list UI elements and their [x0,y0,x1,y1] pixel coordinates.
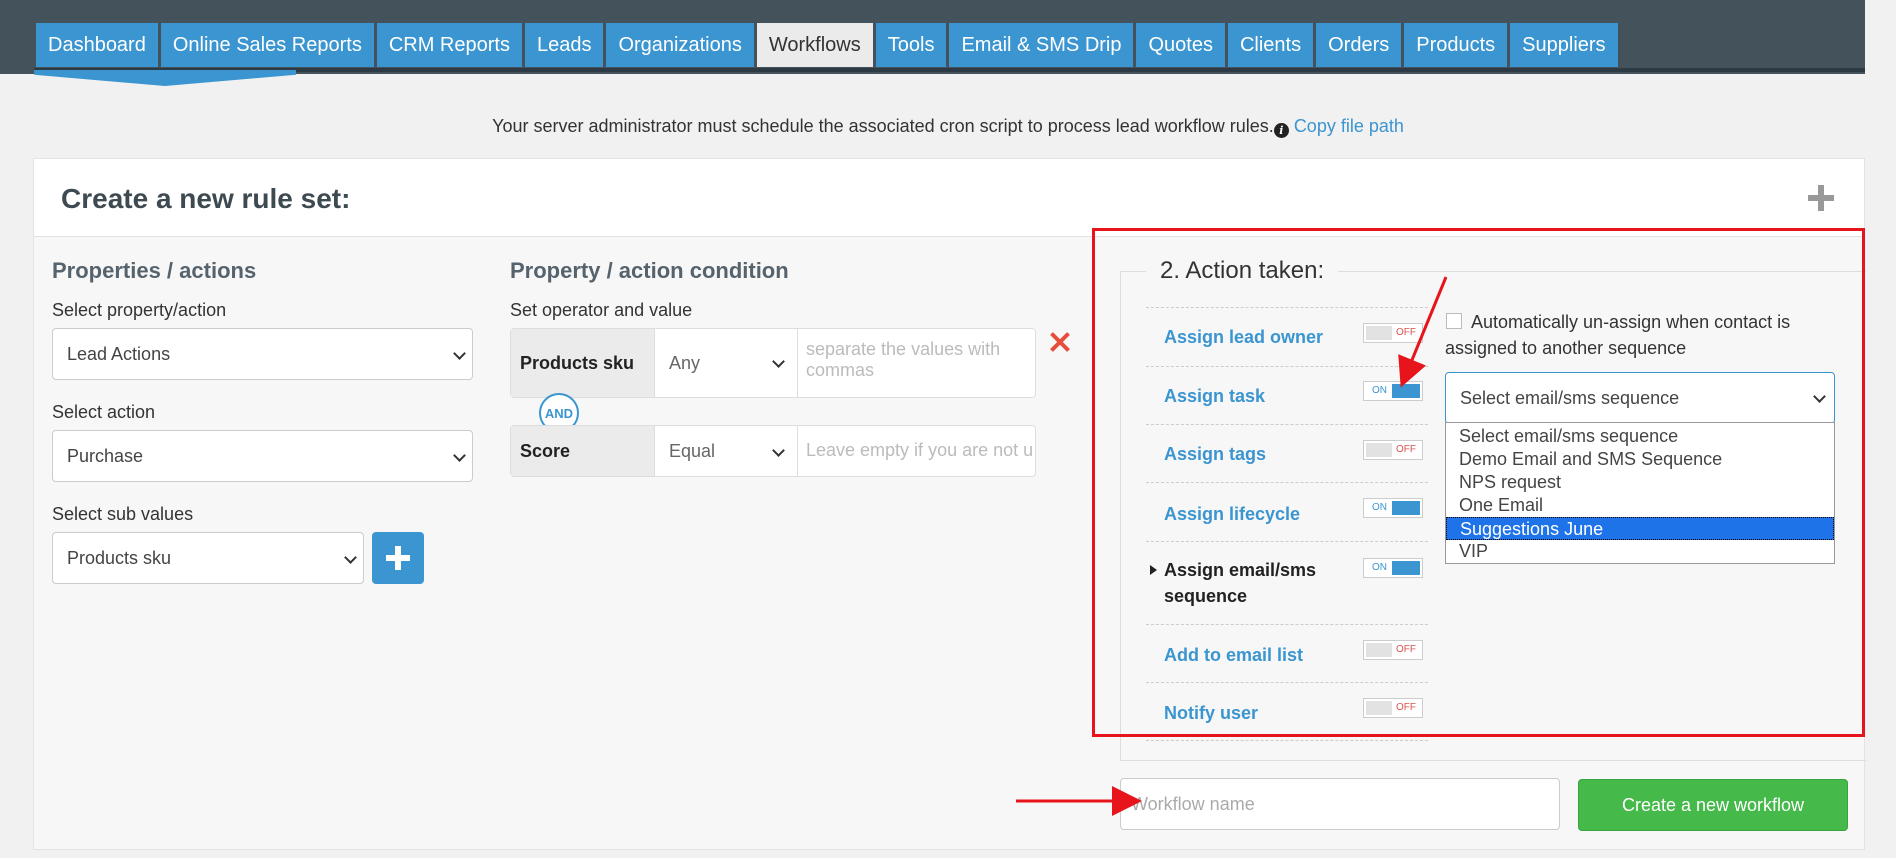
action-select-value: Purchase [67,445,144,466]
action-select[interactable]: Purchase [52,430,473,482]
chevron-down-icon [344,551,357,564]
toggle-state: ON [1372,502,1387,513]
action-taken-legend: 2. Action taken: [1146,257,1339,285]
sequence-option[interactable]: Demo Email and SMS Sequence [1446,448,1834,471]
nav-tab-clients[interactable]: Clients [1227,23,1314,67]
expand-plus-icon[interactable] [1808,185,1834,211]
sequence-select[interactable]: Select email/sms sequence [1445,372,1835,424]
chevron-down-icon [1813,390,1826,403]
chevron-down-icon [772,444,785,457]
property-select-value: Lead Actions [67,343,171,364]
sequence-select-value: Select email/sms sequence [1460,387,1680,408]
action-label-add-to-email-list[interactable]: Add to email list [1164,642,1303,668]
toggle-assign-lead-owner[interactable]: OFF [1363,323,1423,343]
action-row: Assign email/sms sequence [1146,541,1428,624]
toggle-knob [1392,561,1420,575]
toggle-knob [1366,326,1392,340]
nav-tab-leads[interactable]: Leads [524,23,604,67]
condition-operator-value: Any [669,352,701,373]
nav-tab-suppliers[interactable]: Suppliers [1510,23,1618,67]
condition-property: Score [511,426,654,476]
toggle-assign-task[interactable]: ON [1363,381,1423,401]
condition-row: Products sku Any separate the values wit… [510,328,1036,398]
top-nav-bar: Dashboard Online Sales Reports CRM Repor… [0,0,1896,86]
chevron-down-icon [453,347,466,360]
toggle-state: OFF [1396,327,1416,338]
info-icon: i [1273,123,1289,138]
toggle-state: OFF [1396,644,1416,655]
action-label-notify-user[interactable]: Notify user [1164,700,1258,726]
toggle-knob [1366,443,1392,457]
nav-tab-tools[interactable]: Tools [875,23,947,67]
chevron-down-icon [453,449,466,462]
toggle-notify-user[interactable]: OFF [1363,698,1423,718]
toggle-assign-lifecycle[interactable]: ON [1363,498,1423,518]
cron-notice-text: Your server administrator must schedule … [492,116,1274,136]
toggle-assign-sequence[interactable]: ON [1363,558,1423,578]
toggle-assign-tags[interactable]: OFF [1363,440,1423,460]
sub-values-label: Select sub values [52,504,194,524]
sequence-option[interactable]: One Email [1446,494,1834,517]
nav-tab-workflows[interactable]: Workflows [756,23,873,67]
nav-tab-products[interactable]: Products [1404,23,1508,67]
condition-property: Products sku [511,329,654,397]
properties-heading: Properties / actions [52,258,257,283]
create-workflow-button[interactable]: Create a new workflow [1578,779,1848,831]
action-label-assign-lead-owner[interactable]: Assign lead owner [1164,324,1323,350]
workflow-name-input[interactable]: Workflow name [1120,778,1560,830]
action-label: Select action [52,402,156,422]
remove-condition-icon[interactable] [1048,330,1072,354]
sequence-dropdown: Select email/sms sequence Demo Email and… [1445,422,1835,564]
property-select[interactable]: Lead Actions [52,328,473,380]
sequence-option[interactable]: NPS request [1446,471,1834,494]
unassign-checkbox-label: Automatically un-assign when contact is … [1445,312,1791,358]
toggle-state: OFF [1396,444,1416,455]
caret-right-icon [1150,565,1157,575]
property-label: Select property/action [52,300,227,320]
toggle-state: ON [1372,385,1387,396]
condition-heading: Property / action condition [510,258,789,283]
condition-operator-select[interactable]: Equal [654,426,798,476]
action-label-assign-tags[interactable]: Assign tags [1164,441,1266,467]
condition-row: Score Equal Leave empty if you are not u [510,425,1036,477]
toggle-knob [1392,384,1420,398]
toggle-knob [1366,643,1392,657]
action-label-assign-sequence[interactable]: Assign email/sms sequence [1164,557,1334,609]
cron-notice: Your server administrator must schedule … [0,116,1896,138]
toggle-knob [1392,501,1420,515]
nav-rail [34,68,1865,72]
copy-file-path-link[interactable]: Copy file path [1294,116,1404,136]
panel-title: Create a new rule set: [61,183,351,214]
action-label-assign-lifecycle[interactable]: Assign lifecycle [1164,501,1300,527]
toggle-state: ON [1372,562,1387,573]
sequence-option[interactable]: Select email/sms sequence [1446,425,1834,448]
nav-tab-online-sales-reports[interactable]: Online Sales Reports [160,23,374,67]
toggle-state: OFF [1396,702,1416,713]
action-label-assign-task[interactable]: Assign task [1164,383,1265,409]
nav-tabs: Dashboard Online Sales Reports CRM Repor… [36,23,1618,67]
nav-tab-organizations[interactable]: Organizations [606,23,754,67]
nav-tab-crm-reports[interactable]: CRM Reports [376,23,522,67]
panel-header: Create a new rule set: [34,159,1864,237]
sequence-option[interactable]: VIP [1446,540,1834,563]
sequence-option-highlighted[interactable]: Suggestions June [1446,517,1834,540]
nav-tab-quotes[interactable]: Quotes [1136,23,1225,67]
condition-value-input[interactable]: separate the values with commas [798,329,1036,397]
nav-tab-email-sms-drip[interactable]: Email & SMS Drip [949,23,1134,67]
nav-active-ribbon [34,70,296,86]
operator-label-text: Set operator and value [510,300,693,320]
add-sub-value-button[interactable] [372,532,424,584]
chevron-down-icon [772,355,785,368]
operator-label: Set operator and value i [510,300,1466,438]
sub-values-select[interactable]: Products sku [52,532,364,584]
condition-operator-select[interactable]: Any [654,329,798,397]
nav-tab-dashboard[interactable]: Dashboard [36,23,158,67]
condition-value-input[interactable]: Leave empty if you are not u [798,426,1036,476]
sub-values-select-value: Products sku [67,547,172,568]
nav-tab-orders[interactable]: Orders [1316,23,1402,67]
condition-operator-value: Equal [669,440,716,461]
toggle-add-to-email-list[interactable]: OFF [1363,640,1423,660]
toggle-knob [1366,701,1392,715]
